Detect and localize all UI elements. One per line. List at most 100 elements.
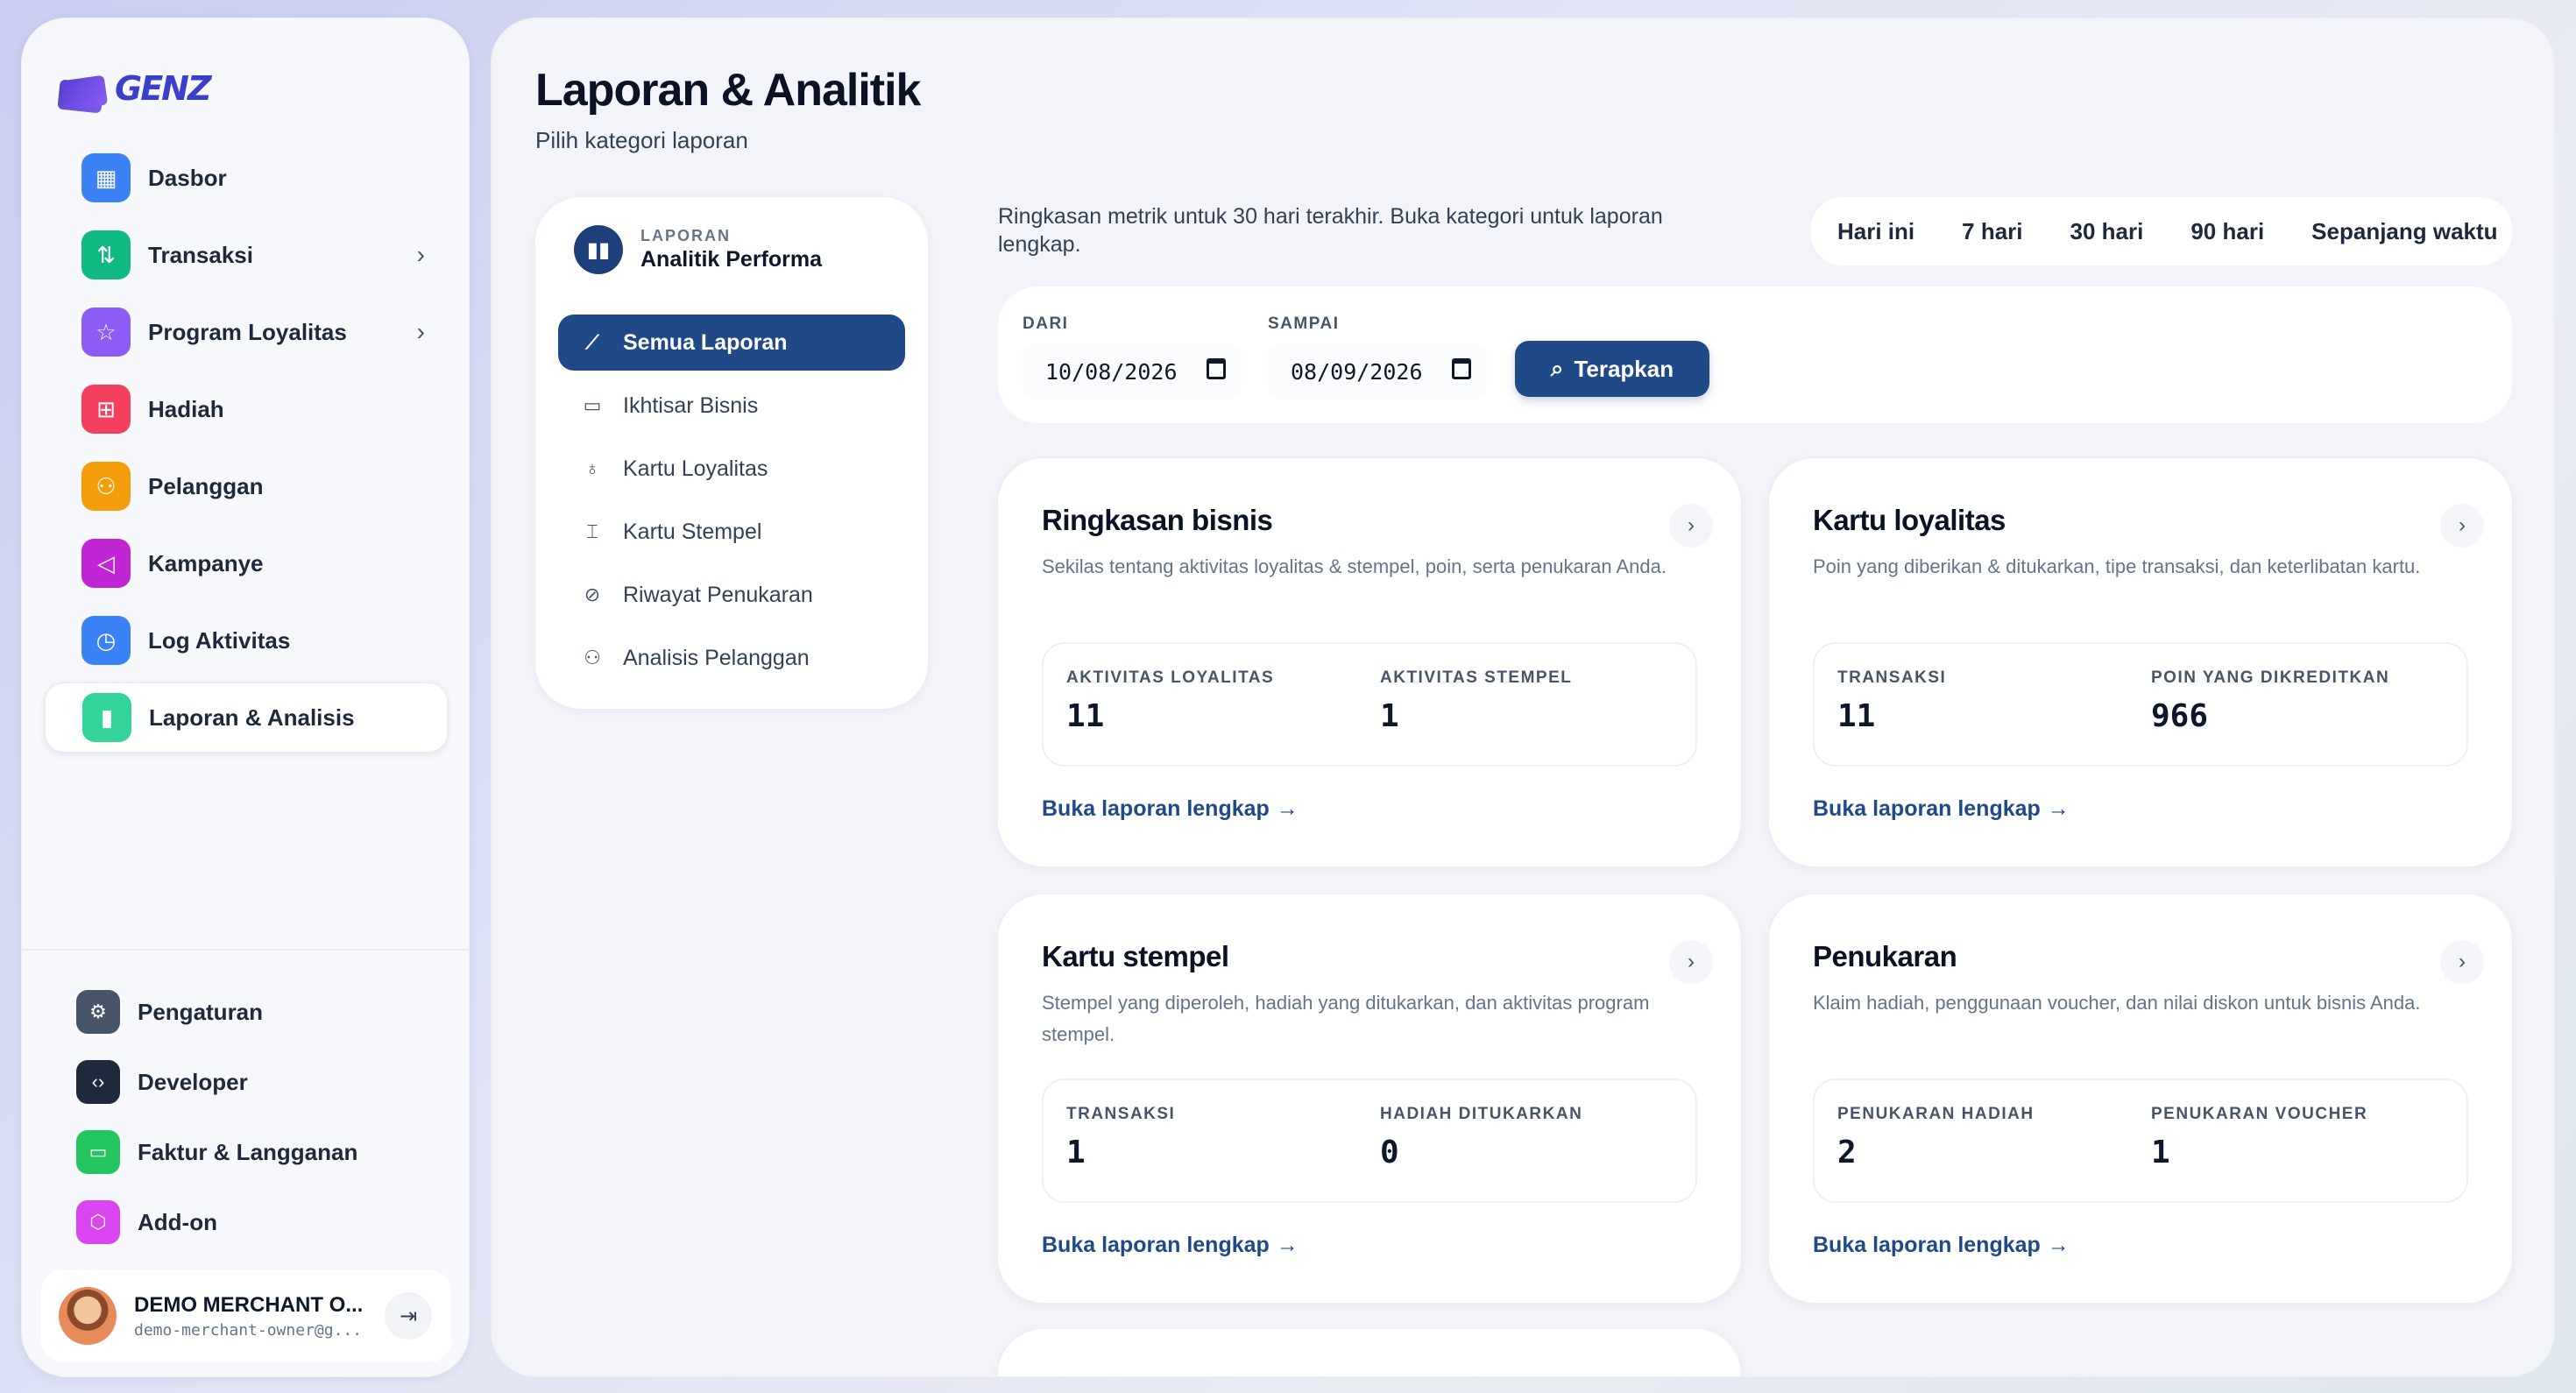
sidebar-item-faktur-langganan[interactable]: ▭ Faktur & Langganan — [59, 1121, 444, 1184]
gear-icon: ⚙ — [76, 990, 120, 1034]
credit-card-icon: ▭ — [583, 394, 602, 416]
sidebar-item-pengaturan[interactable]: ⚙ Pengaturan — [59, 980, 444, 1043]
sidebar-item-kampanye[interactable]: ◁ Kampanye — [45, 528, 448, 598]
stat: POIN YANG DIKREDITKAN 966 — [2151, 668, 2389, 734]
card-link-label: Buka laporan lengkap — [1042, 796, 1270, 821]
sidebar-item-laporan-analisis[interactable]: ▮ Laporan & Analisis — [45, 682, 448, 753]
page-subtitle: Pilih kategori laporan — [535, 127, 748, 153]
date-range-tabs: Hari ini 7 hari 30 hari 90 hari Sepanjang wa… — [1811, 197, 2512, 265]
sidebar-item-hadiah[interactable]: ⊞ Hadiah — [45, 374, 448, 444]
calendar-icon[interactable] — [1452, 358, 1471, 379]
card-stats: TRANSAKSI 11 POIN YANG DIKREDITKAN 966 — [1813, 642, 2468, 767]
logout-button[interactable]: ⇥ — [385, 1292, 432, 1340]
from-date-value: 10/08/2026 — [1045, 358, 1178, 385]
range-tab[interactable]: 30 hari — [2070, 218, 2144, 245]
sidebar-item-label: Dasbor — [148, 164, 227, 191]
card-open-button[interactable]: › — [2440, 504, 2484, 548]
card-title: Kartu loyalitas — [1813, 504, 2006, 536]
category-title: Analitik Performa — [640, 247, 823, 272]
sidebar-item-label: Faktur & Langganan — [138, 1138, 358, 1165]
chevron-right-icon: › — [2459, 950, 2466, 973]
range-tab[interactable]: 7 hari — [1962, 218, 2022, 245]
calendar-icon[interactable] — [1207, 358, 1226, 379]
swap-icon: ⇅ — [81, 230, 131, 279]
range-tab[interactable]: Sepanjang waktu — [2311, 218, 2497, 245]
megaphone-icon: ◁ — [81, 539, 131, 588]
stat: TRANSAKSI 11 — [1837, 668, 1946, 734]
card-open-button[interactable]: › — [1669, 940, 1713, 984]
category-item-label: Ikhtisar Bisnis — [623, 392, 759, 418]
card-description: Klaim hadiah, penggunaan voucher, dan ni… — [1813, 992, 2421, 1014]
range-tab[interactable]: Hari ini — [1837, 218, 1914, 245]
category-eyebrow: LAPORAN — [640, 227, 731, 244]
avatar — [59, 1287, 117, 1345]
apply-button[interactable]: ⌕ Terapkan — [1515, 341, 1709, 397]
apply-label: Terapkan — [1574, 355, 1674, 382]
bar-chart-icon: ▮▮ — [574, 225, 623, 274]
category-item-label: Riwayat Penukaran — [623, 582, 813, 607]
card-stats: AKTIVITAS LOYALITAS 11 AKTIVITAS STEMPEL 1 — [1042, 642, 1697, 767]
card-title: Kartu stempel — [1042, 940, 1229, 972]
brand-logo[interactable]: GENZ — [57, 57, 212, 120]
sidebar-item-log-aktivitas[interactable]: ◷ Log Aktivitas — [45, 605, 448, 675]
stat: PENUKARAN HADIAH 2 — [1837, 1105, 2035, 1170]
stat-value: 1 — [2151, 1135, 2170, 1170]
card-open-button[interactable]: › — [1669, 504, 1713, 548]
sidebar-item-label: Transaksi — [148, 241, 253, 268]
star-icon: ☆ — [81, 308, 131, 357]
card-open-button[interactable]: › — [2440, 940, 2484, 984]
users-icon: ⚇ — [81, 462, 131, 511]
card-stats: PENUKARAN HADIAH 2 PENUKARAN VOUCHER 1 — [1813, 1078, 2468, 1203]
bar-chart-icon: ▮ — [82, 693, 131, 742]
users-icon: ⚇ — [584, 647, 601, 668]
stat-value: 966 — [2151, 698, 2209, 734]
sidebar-item-developer[interactable]: ‹› Developer — [59, 1050, 444, 1114]
sidebar-item-label: Developer — [138, 1068, 248, 1095]
stat-label: AKTIVITAS STEMPEL — [1380, 668, 1573, 687]
sidebar: GENZ ▦ Dasbor ⇅ Transaksi › ☆ Program Loyalita… — [21, 18, 470, 1377]
category-item-kartu-stempel[interactable]: ⌶ Kartu Stempel — [558, 504, 905, 560]
category-item-riwayat-penukaran[interactable]: ⊘ Riwayat Penukaran — [558, 567, 905, 623]
from-date-input[interactable]: 10/08/2026 — [1023, 344, 1242, 399]
logout-icon: ⇥ — [399, 1304, 418, 1328]
logo-text: GENZ — [115, 69, 212, 108]
category-item-analisis-pelanggan[interactable]: ⚇ Analisis Pelanggan — [558, 630, 905, 686]
range-tab[interactable]: 90 hari — [2190, 218, 2264, 245]
category-item-kartu-loyalitas[interactable]: ♁ Kartu Loyalitas — [558, 441, 905, 497]
credit-card-icon: ▭ — [76, 1130, 120, 1174]
card-link-label: Buka laporan lengkap — [1813, 1233, 2041, 1257]
stat-value: 11 — [1837, 698, 1876, 734]
sidebar-item-label: Program Loyalitas — [148, 318, 347, 345]
report-card: Kartu stempel › Stempel yang diperoleh, ha… — [998, 894, 1741, 1303]
stat-value: 0 — [1380, 1135, 1399, 1170]
sidebar-item-label: Kampanye — [148, 549, 264, 576]
open-full-report-link[interactable]: Buka laporan lengkap → — [1042, 1233, 1299, 1258]
card-link-label: Buka laporan lengkap — [1042, 1233, 1270, 1257]
logo-cards-icon — [57, 71, 109, 114]
open-full-report-link[interactable]: Buka laporan lengkap → — [1042, 796, 1299, 822]
sidebar-item-label: Add-on — [138, 1208, 217, 1235]
stat-label: HADIAH DITUKARKAN — [1380, 1105, 1583, 1123]
open-full-report-link[interactable]: Buka laporan lengkap → — [1813, 796, 2070, 822]
category-item-ikhtisar-bisnis[interactable]: ▭ Ikhtisar Bisnis — [558, 378, 905, 434]
stat-label: POIN YANG DIKREDITKAN — [2151, 668, 2390, 687]
stat-value: 11 — [1066, 698, 1105, 734]
category-list: ⟋ Semua Laporan ▭ Ikhtisar Bisnis ♁ Kartu Loy… — [558, 315, 905, 693]
category-item-semua-laporan[interactable]: ⟋ Semua Laporan — [558, 315, 905, 371]
open-full-report-link[interactable]: Buka laporan lengkap → — [1813, 1233, 2070, 1258]
sidebar-item-pelanggan[interactable]: ⚇ Pelanggan — [45, 451, 448, 521]
category-item-label: Analisis Pelanggan — [623, 645, 810, 670]
card-stats: TRANSAKSI 1 HADIAH DITUKARKAN 0 — [1042, 1078, 1697, 1203]
main-panel: Laporan & Analitik Pilih kategori lapora… — [491, 18, 2555, 1377]
to-date-input[interactable]: 08/09/2026 — [1268, 344, 1487, 399]
sidebar-item-transaksi[interactable]: ⇅ Transaksi › — [45, 220, 448, 290]
sidebar-item-program-loyalitas[interactable]: ☆ Program Loyalitas › — [45, 297, 448, 367]
user-card[interactable]: DEMO MERCHANT O... demo-merchant-owner@g… — [41, 1269, 451, 1362]
grid-icon: ▦ — [81, 153, 131, 202]
arrow-right-icon: → — [1276, 1233, 1299, 1257]
stat: AKTIVITAS STEMPEL 1 — [1380, 668, 1572, 734]
sidebar-item-add-on[interactable]: ⬡ Add-on — [59, 1191, 444, 1254]
sidebar-item-dasbor[interactable]: ▦ Dasbor — [45, 143, 448, 213]
stat-label: TRANSAKSI — [1066, 1105, 1176, 1123]
sidebar-divider — [22, 949, 469, 951]
